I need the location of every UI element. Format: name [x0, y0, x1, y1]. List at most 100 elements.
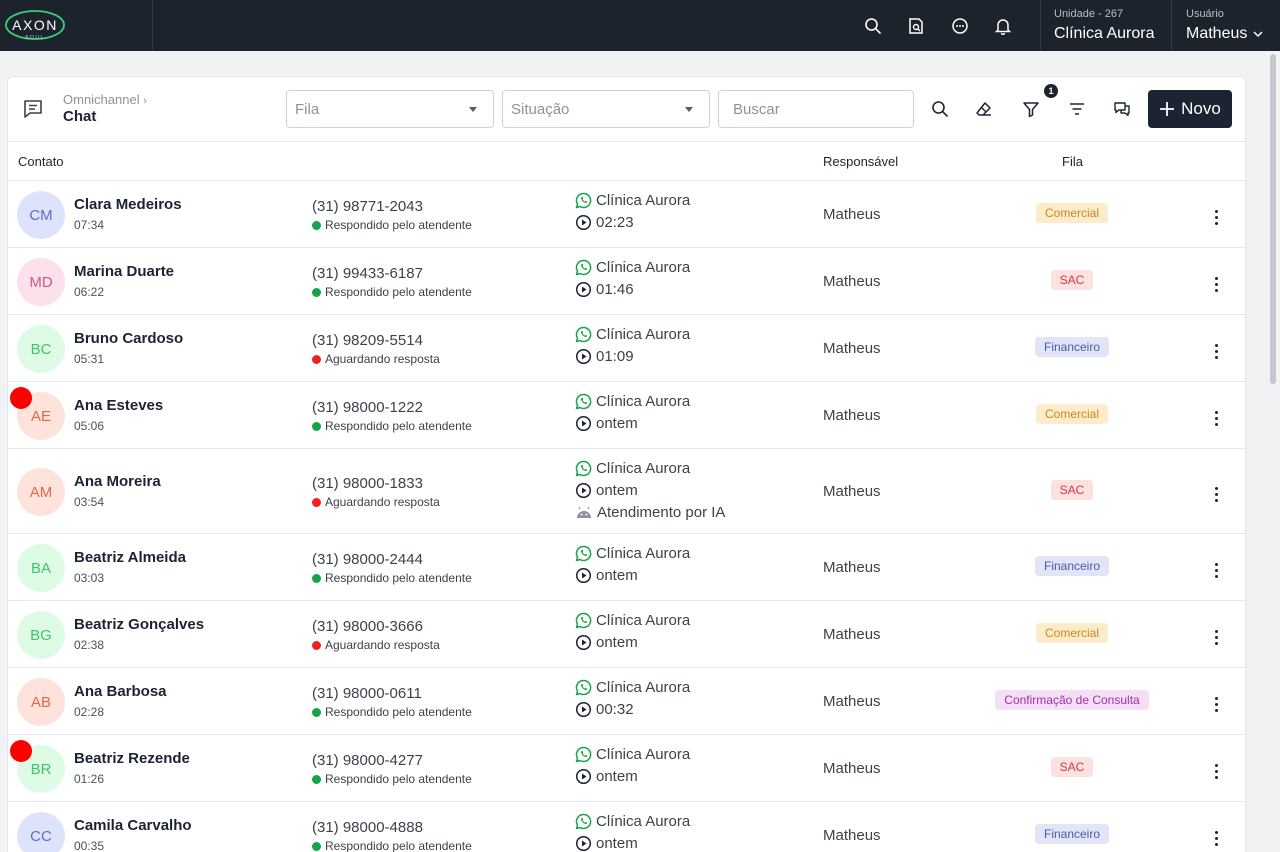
contact-name[interactable]: Bruno Cardoso	[74, 330, 183, 347]
conversation-row[interactable]: CM Clara Medeiros 07:34 (31) 98771-2043 …	[8, 181, 1245, 248]
responsible-name: Matheus	[823, 626, 881, 643]
whatsapp-icon	[575, 326, 592, 343]
status-text: Aguardando resposta	[325, 638, 440, 652]
user-menu[interactable]: Usuário Matheus	[1186, 8, 1263, 45]
contact-name[interactable]: Beatriz Gonçalves	[74, 616, 204, 633]
conversation-row[interactable]: MD Marina Duarte 06:22 (31) 99433-6187 R…	[8, 248, 1245, 315]
chat-panel: Omnichannel › Chat Fila Situação 1 N	[7, 76, 1246, 852]
eraser-icon[interactable]	[973, 98, 995, 120]
channel-line: Clínica Aurora	[575, 545, 690, 562]
page-scrollbar[interactable]	[1270, 54, 1276, 384]
conversation-row[interactable]: CC Camila Carvalho 00:35 (31) 98000-4888…	[8, 802, 1245, 852]
breadcrumb[interactable]: Omnichannel ›	[63, 92, 147, 107]
search-input[interactable]	[718, 90, 914, 128]
responsible-name: Matheus	[823, 760, 881, 777]
conversation-row[interactable]: BR Beatriz Rezende 01:26 (31) 98000-4277…	[8, 735, 1245, 802]
new-conversation-button[interactable]: Novo	[1148, 90, 1232, 128]
unit-selector[interactable]: Unidade - 267 Clínica Aurora	[1054, 8, 1155, 45]
more-options-icon[interactable]	[1208, 693, 1224, 715]
last-message-line: ontem	[575, 634, 638, 651]
conversation-row[interactable]: AM Ana Moreira 03:54 (31) 98000-1833 Agu…	[8, 449, 1245, 534]
sort-icon[interactable]	[1066, 98, 1088, 120]
avatar[interactable]: AB	[17, 678, 65, 726]
filter-icon[interactable]	[1020, 98, 1042, 120]
svg-text:SOUL: SOUL	[25, 35, 45, 41]
more-options-icon[interactable]	[1208, 340, 1224, 362]
channel-name: Clínica Aurora	[596, 460, 691, 477]
avatar[interactable]: CM	[17, 191, 65, 239]
contact-name[interactable]: Beatriz Rezende	[74, 750, 190, 767]
play-circle-icon	[575, 348, 592, 365]
whatsapp-icon	[575, 259, 592, 276]
contact-name[interactable]: Ana Esteves	[74, 397, 163, 414]
channel-line: Clínica Aurora	[575, 813, 690, 830]
more-options-icon[interactable]	[1208, 206, 1224, 228]
channel-name: Clínica Aurora	[596, 746, 691, 763]
last-message-line: ontem	[575, 482, 638, 499]
contact-time: 01:26	[74, 772, 105, 786]
more-options-icon[interactable]	[1208, 559, 1224, 581]
contact-name[interactable]: Ana Barbosa	[74, 683, 167, 700]
fila-cell: Financeiro	[972, 337, 1172, 357]
more-options-icon[interactable]	[1208, 626, 1224, 648]
plus-icon	[1160, 102, 1175, 116]
status-label: Respondido pelo atendente	[312, 419, 472, 433]
column-fila[interactable]: Fila	[1062, 154, 1083, 169]
search-button-icon[interactable]	[929, 98, 951, 120]
conversation-row[interactable]: BA Beatriz Almeida 03:03 (31) 98000-2444…	[8, 534, 1245, 601]
conversations-icon[interactable]	[1111, 98, 1133, 120]
more-options-icon[interactable]	[1208, 483, 1224, 505]
contact-name[interactable]: Camila Carvalho	[74, 817, 192, 834]
logo-divider	[152, 0, 153, 51]
page-title: Chat	[63, 108, 97, 125]
situacao-select[interactable]: Situação	[502, 90, 710, 128]
status-dot	[312, 774, 321, 784]
search-icon[interactable]	[862, 15, 884, 37]
avatar[interactable]: BG	[17, 611, 65, 659]
unread-indicator	[10, 740, 32, 762]
contact-name[interactable]: Clara Medeiros	[74, 196, 182, 213]
conversation-row[interactable]: AE Ana Esteves 05:06 (31) 98000-1222 Res…	[8, 382, 1245, 449]
fila-tag: SAC	[1050, 480, 1094, 500]
conversation-row[interactable]: BC Bruno Cardoso 05:31 (31) 98209-5514 A…	[8, 315, 1245, 382]
channel-name: Clínica Aurora	[596, 545, 691, 562]
conversation-row[interactable]: BG Beatriz Gonçalves 02:38 (31) 98000-36…	[8, 601, 1245, 668]
avatar[interactable]: MD	[17, 258, 65, 306]
column-responsavel[interactable]: Responsável	[823, 154, 898, 169]
axon-logo[interactable]: AXON SOUL	[4, 9, 66, 43]
bell-icon[interactable]	[992, 15, 1014, 37]
table-header: Contato Responsável Fila	[8, 141, 1245, 181]
status-dot	[312, 421, 321, 431]
avatar-initials: AM	[29, 483, 53, 501]
contact-name[interactable]: Marina Duarte	[74, 263, 174, 280]
more-options-icon[interactable]	[1208, 827, 1224, 849]
avatar[interactable]: AM	[17, 468, 65, 516]
status-text: Aguardando resposta	[325, 495, 440, 509]
avatar[interactable]: BA	[17, 544, 65, 592]
avatar-initials: CM	[29, 206, 53, 224]
fila-select[interactable]: Fila	[286, 90, 494, 128]
contact-phone: (31) 98000-1833	[312, 475, 423, 492]
contact-name[interactable]: Beatriz Almeida	[74, 549, 186, 566]
column-contato[interactable]: Contato	[18, 154, 64, 169]
status-dot	[312, 497, 321, 507]
user-divider	[1171, 0, 1172, 51]
whatsapp-icon	[575, 679, 592, 696]
avatar[interactable]: BC	[17, 325, 65, 373]
more-options-icon[interactable]	[1208, 760, 1224, 782]
play-circle-icon	[575, 567, 592, 584]
chat-bubble-icon[interactable]	[949, 15, 971, 37]
status-label: Aguardando resposta	[312, 638, 440, 652]
conversation-row[interactable]: AB Ana Barbosa 02:28 (31) 98000-0611 Res…	[8, 668, 1245, 735]
avatar[interactable]: CC	[17, 812, 65, 852]
avatar-initials: BG	[30, 626, 52, 644]
whatsapp-icon	[575, 746, 592, 763]
contact-name[interactable]: Ana Moreira	[74, 473, 161, 490]
document-search-icon[interactable]	[905, 15, 927, 37]
more-options-icon[interactable]	[1208, 273, 1224, 295]
fila-tag: Comercial	[1035, 623, 1108, 643]
svg-text:AXON: AXON	[12, 17, 58, 33]
more-options-icon[interactable]	[1208, 407, 1224, 429]
fila-tag: SAC	[1050, 757, 1094, 777]
status-text: Respondido pelo atendente	[325, 772, 472, 786]
